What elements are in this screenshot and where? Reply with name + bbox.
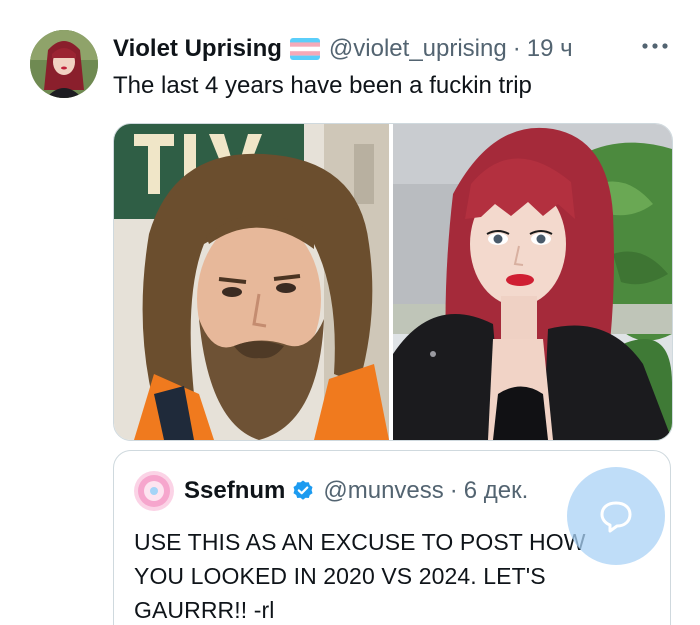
tweet-timestamp[interactable]: 19 ч (527, 35, 573, 63)
quote-separator: · (449, 477, 458, 504)
more-dots-icon[interactable] (640, 36, 670, 56)
author-handle[interactable]: @violet_uprising (329, 35, 507, 63)
header-separator: · (512, 35, 521, 62)
media-photo-after[interactable] (393, 124, 672, 440)
tweet-media[interactable] (113, 123, 673, 441)
reply-fab-button[interactable] (567, 467, 665, 565)
reply-bubble-icon (600, 501, 632, 533)
author-name[interactable]: Violet Uprising (113, 35, 282, 63)
quote-avatar[interactable] (134, 471, 174, 511)
media-photo-before[interactable] (114, 124, 389, 440)
trans-flag-icon (289, 38, 320, 60)
quote-author-handle[interactable]: @munvess (323, 477, 443, 505)
tweet-view: Violet Uprising @violet_uprising · 19 ч … (0, 0, 700, 625)
quote-timestamp[interactable]: 6 дек. (464, 477, 529, 505)
tweet-text: The last 4 years have been a fuckin trip (113, 72, 532, 99)
quote-text: USE THIS AS AN EXCUSE TO POST HOW YOU LO… (134, 529, 586, 623)
author-avatar[interactable] (30, 30, 98, 98)
tweet-header: Violet Uprising @violet_uprising · 19 ч (113, 33, 573, 65)
quote-header: Ssefnum @munvess · 6 дек. (134, 469, 528, 513)
verified-badge-icon (291, 479, 315, 503)
quote-author-name[interactable]: Ssefnum (184, 477, 285, 505)
